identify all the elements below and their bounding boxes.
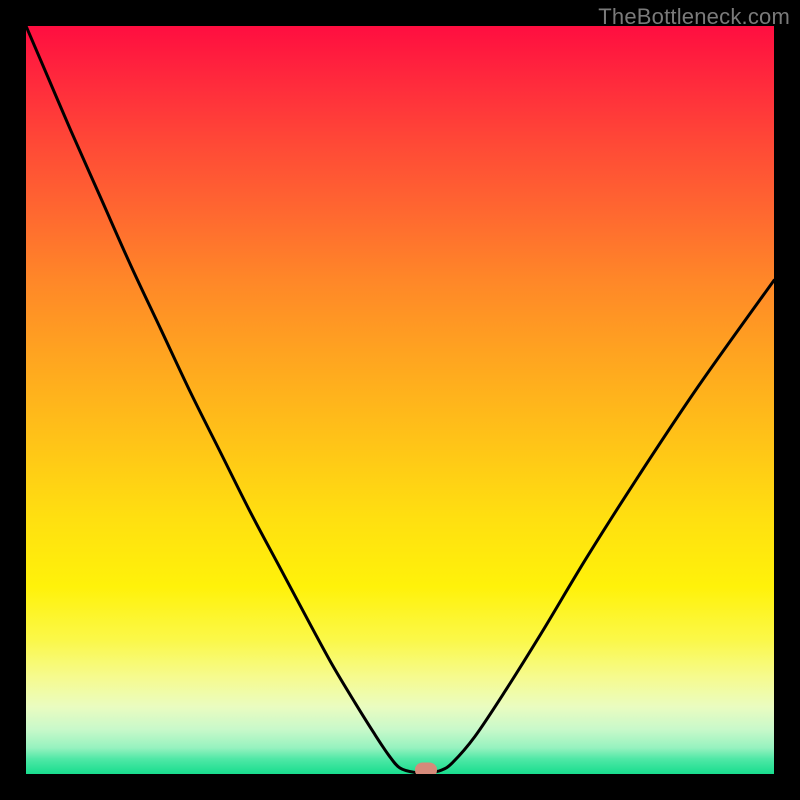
- plot-area: [26, 26, 774, 774]
- watermark-text: TheBottleneck.com: [598, 4, 790, 30]
- bottleneck-curve: [26, 26, 774, 774]
- chart-frame: TheBottleneck.com: [0, 0, 800, 800]
- optimal-point-marker: [415, 763, 437, 774]
